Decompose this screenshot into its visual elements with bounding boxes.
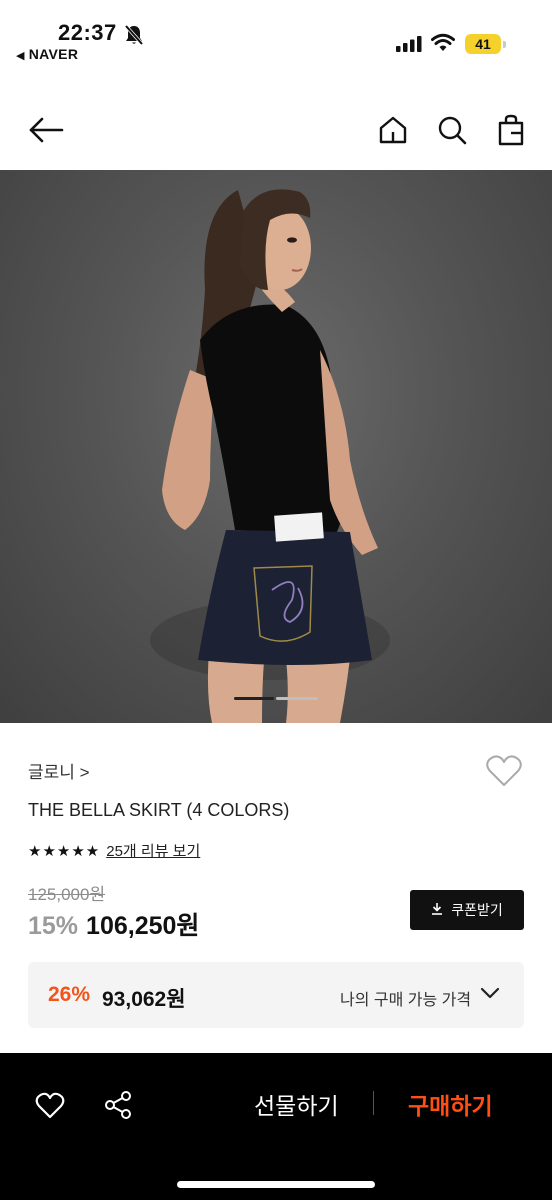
coupon-label: 쿠폰받기: [451, 902, 503, 918]
status-bar: 22:37 ◀ NAVER 41: [0, 0, 552, 70]
search-icon[interactable]: [432, 110, 472, 150]
brand-link[interactable]: 글로니 >: [28, 758, 90, 783]
home-icon[interactable]: [373, 110, 413, 150]
price-row: 15% 106,250원: [28, 906, 199, 942]
gift-button[interactable]: 선물하기: [254, 1087, 339, 1121]
home-indicator[interactable]: [177, 1181, 375, 1188]
share-icon[interactable]: [98, 1085, 138, 1125]
heart-icon[interactable]: [30, 1085, 70, 1125]
shopping-bag-icon[interactable]: [491, 110, 531, 150]
back-arrow-icon[interactable]: [26, 110, 66, 150]
divider: [373, 1091, 374, 1115]
chevron-down-icon: [480, 986, 500, 1005]
my-price-label: 나의 구매 가능 가격: [340, 992, 472, 1009]
coupon-button[interactable]: 쿠폰받기: [410, 890, 524, 930]
review-link[interactable]: 25개 리뷰 보기: [106, 840, 200, 861]
pager-dot: [276, 697, 318, 700]
my-price: 93,062원: [102, 988, 186, 1011]
signal-icon: [396, 36, 422, 57]
download-icon: [431, 902, 443, 918]
back-triangle-icon: ◀: [16, 50, 25, 62]
wishlist-heart-icon[interactable]: [485, 754, 523, 793]
my-discount-rate: 26%: [48, 983, 91, 1006]
status-time: 22:37: [58, 20, 117, 45]
product-title: THE BELLA SKIRT (4 COLORS): [28, 800, 290, 820]
my-price-box[interactable]: 26% 93,062원 나의 구매 가능 가격: [28, 962, 524, 1028]
sale-price: 106,250원: [86, 912, 200, 940]
model-photo-illustration: [150, 189, 390, 723]
bell-slash-icon: [124, 24, 144, 51]
original-price: 125,000원: [28, 885, 106, 904]
back-app-label: NAVER: [28, 46, 79, 62]
top-nav: [0, 90, 552, 170]
rating-row: ★★★★★ 25개 리뷰 보기: [28, 840, 200, 861]
buy-button[interactable]: 구매하기: [408, 1087, 493, 1121]
star-rating-icon: ★★★★★: [28, 842, 101, 860]
bottom-action-bar: 선물하기 구매하기: [0, 1053, 552, 1200]
battery-icon: 41: [465, 34, 506, 54]
back-to-app-link[interactable]: ◀ NAVER: [16, 46, 78, 62]
wifi-icon: [431, 33, 455, 58]
pager-dot-active: [234, 697, 274, 700]
discount-rate: 15%: [28, 912, 79, 940]
product-image[interactable]: [0, 170, 552, 723]
